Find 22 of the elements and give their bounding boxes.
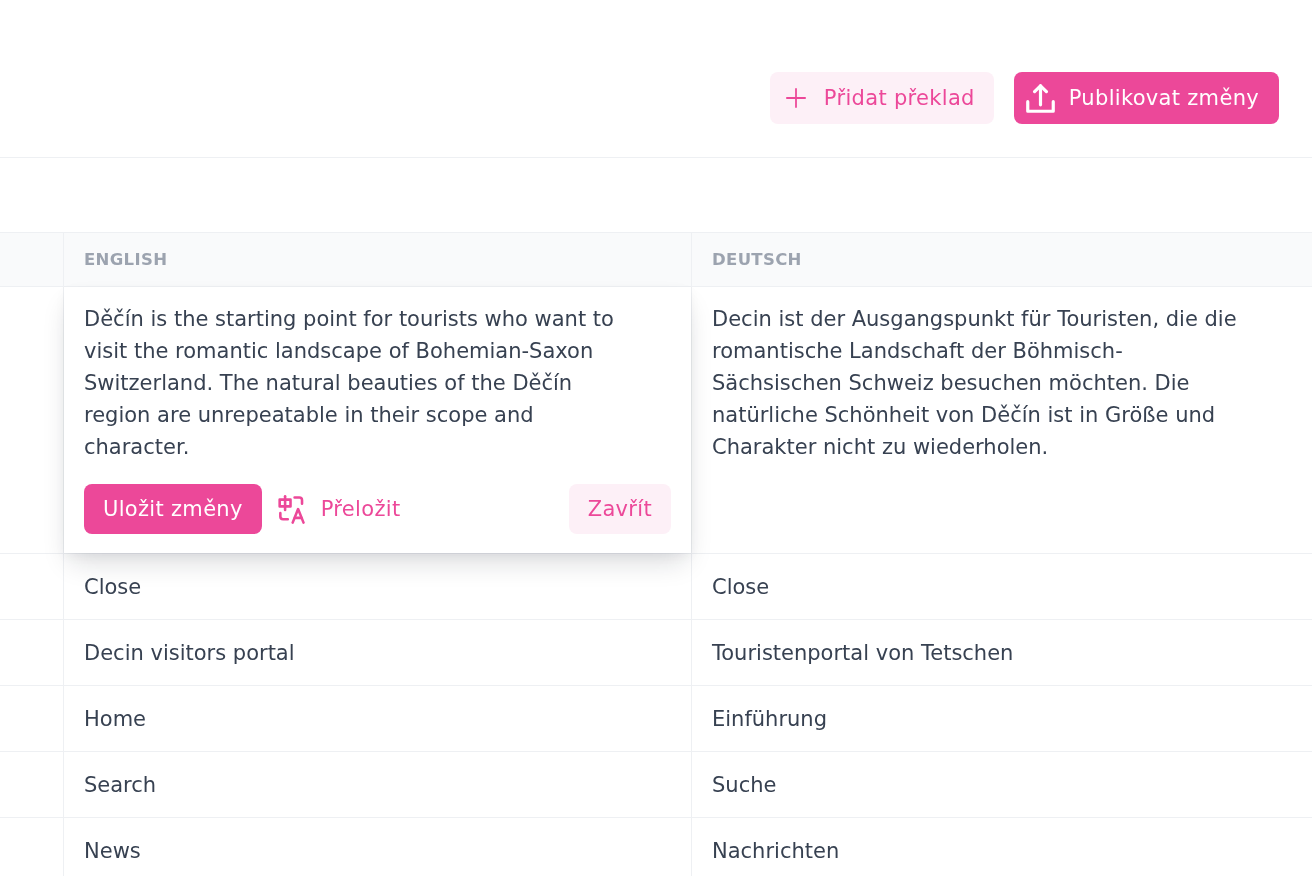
translate-icon	[277, 494, 306, 524]
table-cell-text: Einführung	[711, 705, 828, 733]
column-header: DEUTSCH	[711, 248, 803, 271]
translation-input[interactable]: Děčín is the starting point for tourists who want to visit the romantic landscape of Bohemian-Saxon Switzerland. The natural beauties of the Děčín region are unrepeatable in their scope and character.	[84, 303, 632, 463]
table-cell: News	[64, 818, 692, 876]
table-cell-text: Suche	[711, 771, 778, 799]
table-cell: Home	[64, 686, 692, 751]
table-cell-text: Decin ist der Ausgangspunkt für Touristen, die die romantische Landschaft der Böhmisch-Sächsischen Schweiz besuchen möchten. Die natürliche Schönheit von Děčín ist in Größe und Charakter nicht zu wiederholen.	[712, 306, 1238, 461]
table-cell-text: Nachrichten	[711, 837, 841, 865]
table-cell-text: Close	[711, 573, 771, 601]
translate-button[interactable]: Přeložit	[277, 484, 407, 534]
table-cell: Search	[64, 752, 692, 817]
table-cell: Close	[64, 554, 692, 619]
save-button[interactable]: Uložit změny	[84, 484, 262, 534]
table-cell-text: Touristenportal von Tetschen	[711, 639, 1015, 667]
close-button[interactable]: Zavřít	[568, 484, 671, 534]
upload-icon	[1025, 83, 1055, 113]
publish-button[interactable]: Publikovat změny	[1013, 72, 1279, 124]
column-header: ENGLISH	[64, 233, 692, 286]
add-translation-button[interactable]: Přidat překlad	[769, 72, 994, 124]
plus-icon	[785, 88, 806, 108]
table-cell: Decin visitors portal	[64, 620, 692, 685]
